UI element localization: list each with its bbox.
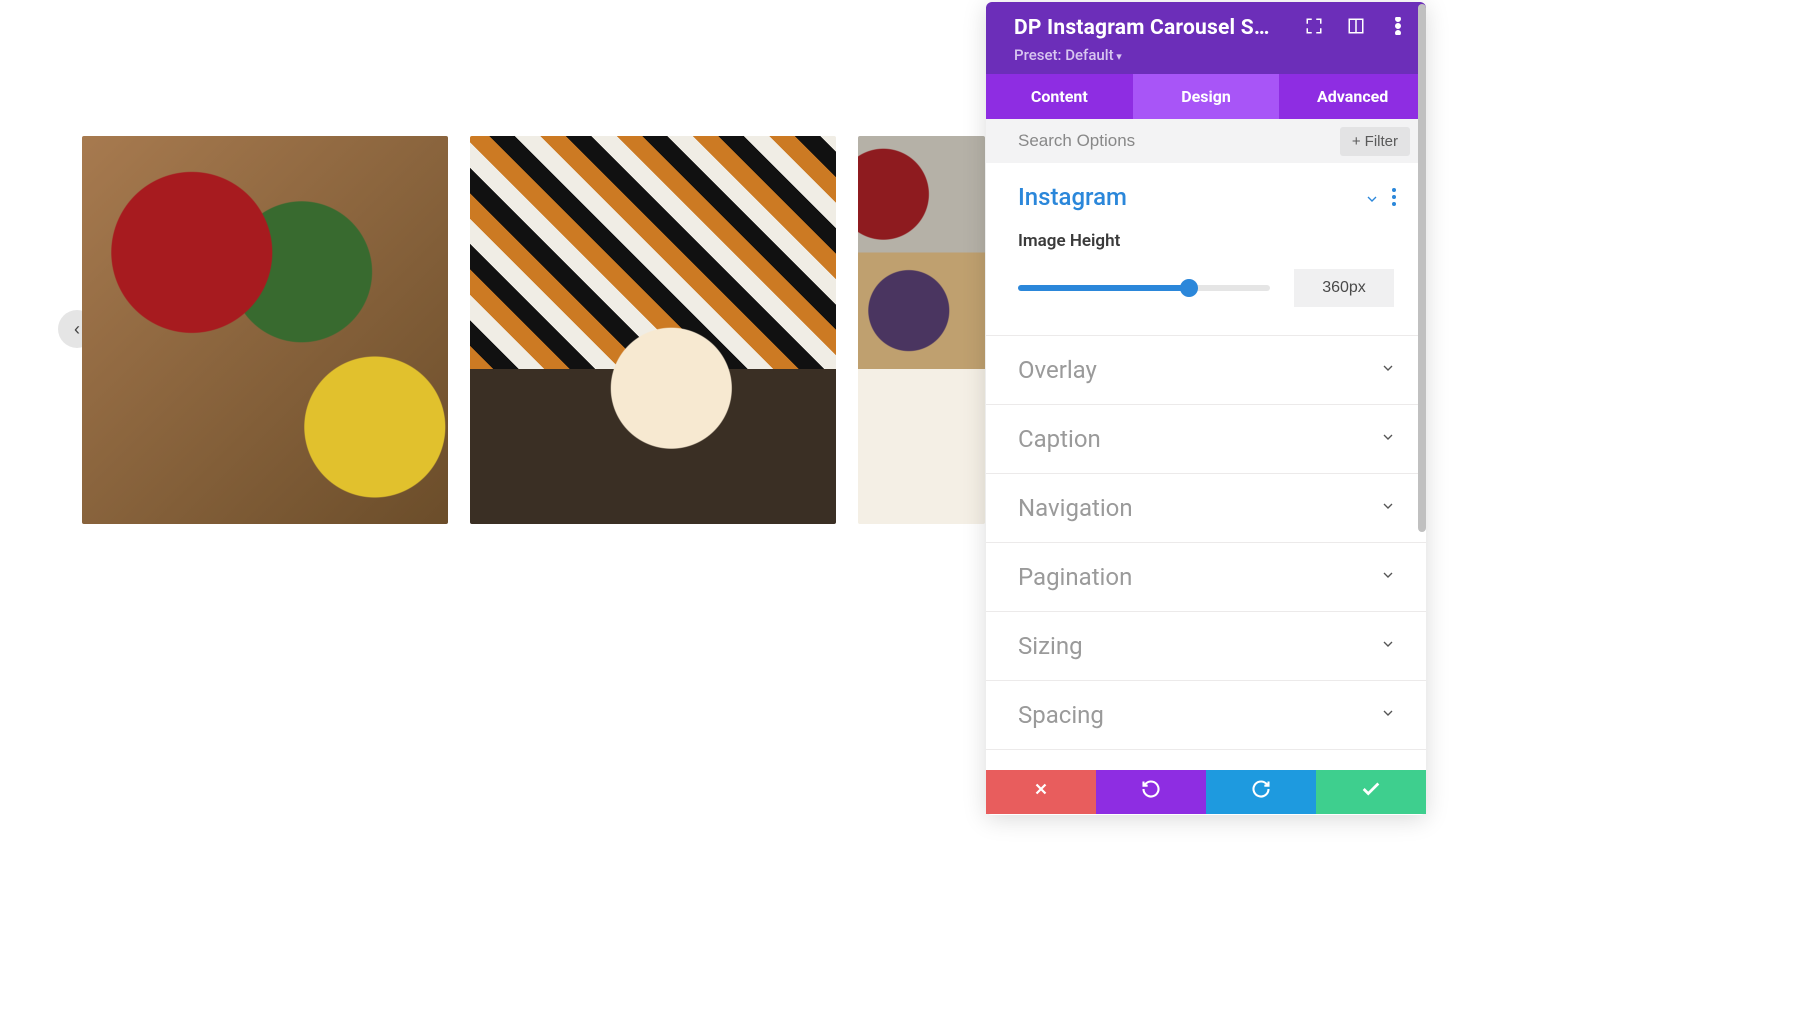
chevron-up-icon — [1364, 187, 1380, 207]
chevron-down-icon — [1380, 429, 1396, 449]
filter-button[interactable]: + Filter — [1340, 127, 1410, 156]
scrollbar[interactable] — [1418, 163, 1426, 532]
section-toggle-sizing[interactable]: Sizing — [986, 612, 1426, 680]
section-overlay: Overlay — [986, 336, 1426, 405]
section-caption: Caption — [986, 405, 1426, 474]
section-toggle-instagram[interactable]: Instagram — [986, 163, 1426, 231]
image-height-slider[interactable] — [1018, 285, 1270, 291]
image-height-label: Image Height — [1018, 231, 1394, 251]
carousel-slide[interactable] — [470, 136, 836, 524]
preset-dropdown[interactable]: Preset: Default — [1014, 46, 1408, 64]
menu-icon[interactable] — [1388, 16, 1408, 36]
close-icon — [1032, 780, 1050, 804]
section-toggle-spacing[interactable]: Spacing — [986, 681, 1426, 749]
undo-icon — [1141, 779, 1161, 805]
section-instagram: Instagram Image Height — [986, 163, 1426, 336]
layout-icon[interactable] — [1346, 16, 1366, 36]
tab-advanced[interactable]: Advanced — [1279, 74, 1426, 119]
tab-bar: Content Design Advanced — [986, 74, 1426, 119]
section-sizing: Sizing — [986, 612, 1426, 681]
redo-icon — [1251, 779, 1271, 805]
filter-label: Filter — [1365, 133, 1398, 150]
section-pagination: Pagination — [986, 543, 1426, 612]
save-button[interactable] — [1316, 770, 1426, 814]
search-input[interactable] — [1018, 131, 1340, 151]
section-toggle-pagination[interactable]: Pagination — [986, 543, 1426, 611]
chevron-down-icon — [1380, 705, 1396, 725]
cancel-button[interactable] — [986, 770, 1096, 814]
chevron-down-icon — [1380, 360, 1396, 380]
chevron-down-icon — [1380, 567, 1396, 587]
section-toggle-caption[interactable]: Caption — [986, 405, 1426, 473]
panel-title: DP Instagram Carousel Setti… — [1014, 16, 1276, 40]
chevron-down-icon — [1380, 636, 1396, 656]
plus-icon: + — [1352, 133, 1361, 150]
section-spacing: Spacing — [986, 681, 1426, 750]
section-border: Border — [986, 750, 1426, 755]
chevron-down-icon — [1380, 498, 1396, 518]
section-toggle-overlay[interactable]: Overlay — [986, 336, 1426, 404]
image-height-control — [1018, 269, 1394, 307]
section-navigation: Navigation — [986, 474, 1426, 543]
page-preview: ‹ — [0, 0, 985, 1035]
redo-button[interactable] — [1206, 770, 1316, 814]
expand-icon[interactable] — [1304, 16, 1324, 36]
panel-header: DP Instagram Carousel Setti… Preset: Def… — [986, 2, 1426, 74]
tab-content[interactable]: Content — [986, 74, 1133, 119]
carousel-track — [82, 136, 985, 524]
panel-footer — [986, 770, 1426, 814]
chevron-left-icon: ‹ — [74, 319, 80, 340]
tab-design[interactable]: Design — [1133, 74, 1280, 119]
check-icon — [1360, 778, 1382, 806]
section-toggle-border[interactable]: Border — [986, 750, 1426, 755]
image-height-input[interactable] — [1294, 269, 1394, 307]
sections-list: Instagram Image Height — [986, 163, 1426, 755]
carousel-slide[interactable] — [82, 136, 448, 524]
undo-button[interactable] — [1096, 770, 1206, 814]
carousel-slide[interactable] — [858, 136, 985, 524]
section-toggle-navigation[interactable]: Navigation — [986, 474, 1426, 542]
section-options-icon[interactable] — [1392, 188, 1396, 206]
settings-panel: DP Instagram Carousel Setti… Preset: Def… — [986, 2, 1426, 815]
search-bar: + Filter — [986, 119, 1426, 163]
